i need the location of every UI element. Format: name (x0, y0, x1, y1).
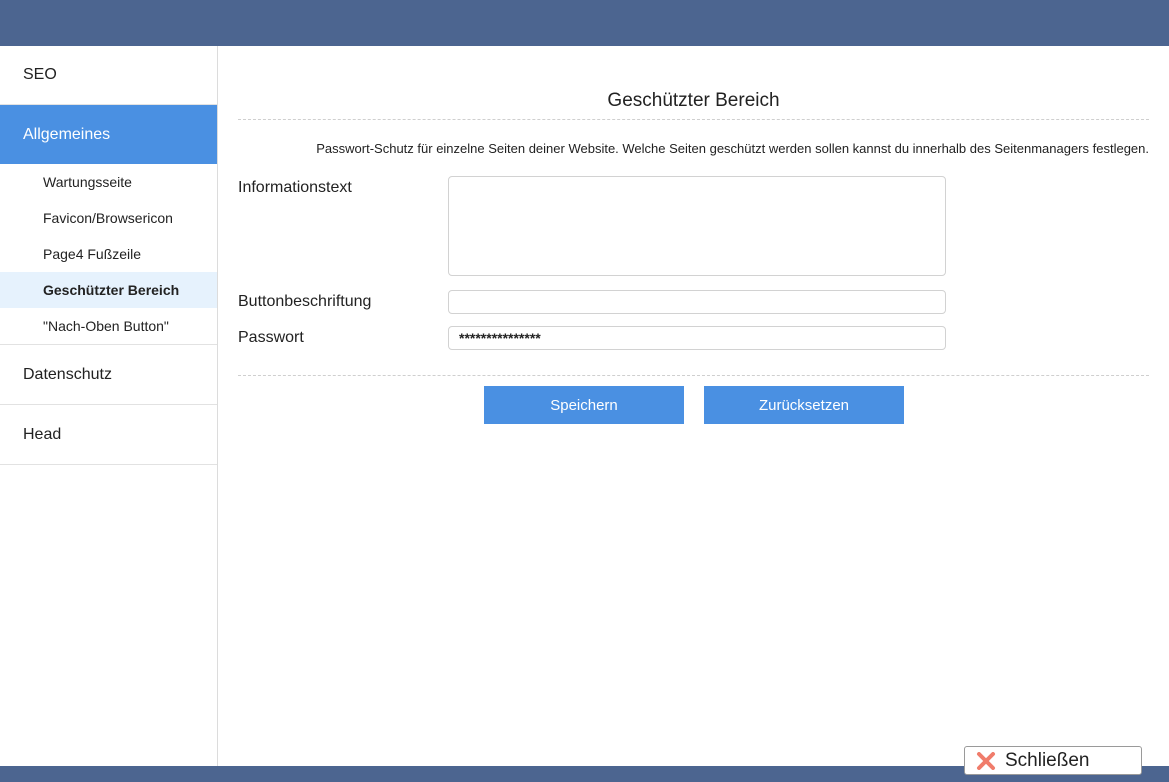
sidebar-subitem-favicon[interactable]: Favicon/Browsericon (0, 200, 217, 236)
save-button[interactable]: Speichern (484, 386, 684, 424)
sidebar-item-datenschutz[interactable]: Datenschutz (0, 345, 217, 405)
sidebar-item-seo[interactable]: SEO (0, 46, 217, 105)
sidebar-subitem-label: Geschützter Bereich (43, 282, 180, 298)
sidebar-item-allgemeines[interactable]: Allgemeines (0, 105, 217, 164)
button-caption-label: Buttonbeschriftung (238, 293, 372, 310)
sidebar-item-label: Allgemeines (23, 126, 111, 143)
sidebar-subitem-label: Wartungsseite (43, 174, 132, 190)
info-text-label: Informationstext (238, 179, 352, 196)
divider (238, 375, 1149, 376)
page-title: Geschützter Bereich (607, 90, 780, 111)
close-icon (977, 752, 995, 770)
divider (238, 119, 1149, 120)
button-caption-input[interactable] (448, 290, 946, 314)
close-button-label: Schließen (1005, 750, 1090, 771)
sidebar-subitem-label: Favicon/Browsericon (43, 210, 173, 226)
close-button[interactable]: Schließen (964, 746, 1142, 775)
reset-button[interactable]: Zurücksetzen (704, 386, 904, 424)
password-input[interactable] (448, 326, 946, 350)
sidebar-item-head[interactable]: Head (0, 405, 217, 465)
sidebar: SEO Allgemeines Wartungsseite Favicon/Br… (0, 46, 218, 766)
sidebar-subitem-nach-oben-button[interactable]: "Nach-Oben Button" (0, 308, 217, 344)
info-text-field[interactable] (448, 176, 946, 276)
sidebar-submenu: Wartungsseite Favicon/Browsericon Page4 … (0, 164, 217, 345)
sidebar-subitem-geschuetzter-bereich[interactable]: Geschützter Bereich (0, 272, 217, 308)
page-description: Passwort-Schutz für einzelne Seiten dein… (316, 141, 1149, 156)
sidebar-subitem-label: "Nach-Oben Button" (43, 318, 169, 334)
top-bar (0, 0, 1169, 46)
sidebar-subitem-label: Page4 Fußzeile (43, 246, 142, 262)
sidebar-item-label: Head (23, 426, 62, 443)
sidebar-item-label: Datenschutz (23, 366, 112, 383)
sidebar-item-label: SEO (23, 66, 57, 83)
password-label: Passwort (238, 329, 304, 346)
sidebar-subitem-wartungsseite[interactable]: Wartungsseite (0, 164, 217, 200)
sidebar-subitem-fusszeile[interactable]: Page4 Fußzeile (0, 236, 217, 272)
